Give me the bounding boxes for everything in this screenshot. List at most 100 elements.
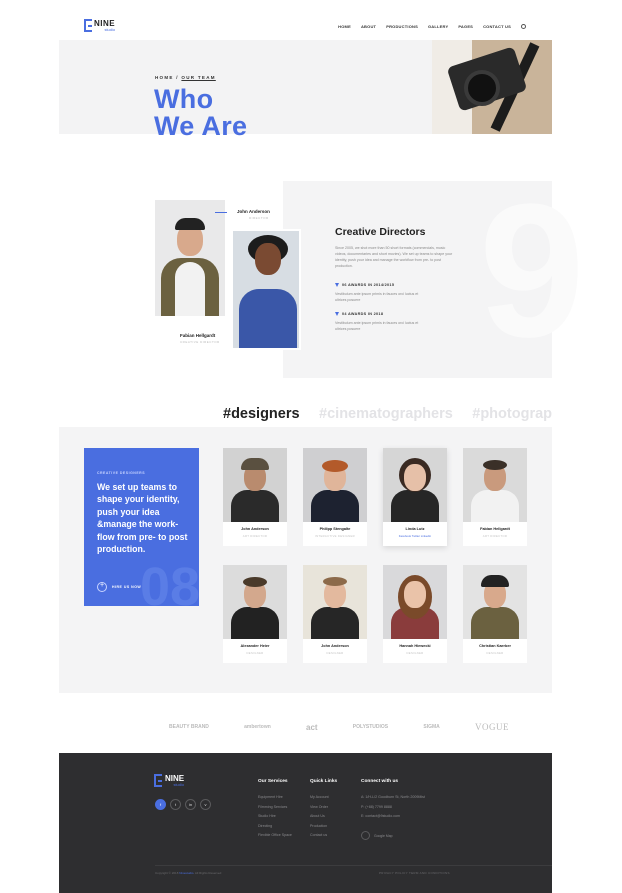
copyright: Copyright © 2018 Ninestudio. All Rights …: [155, 871, 221, 875]
member-name: John Anderson: [241, 527, 269, 531]
nav-contact[interactable]: CONTACT US: [483, 24, 511, 29]
tag-cinematographers[interactable]: #cinematographers: [319, 406, 453, 422]
member-name: Christian Kaerber: [479, 644, 511, 648]
team-card-text: We set up teams to shape your identity, …: [97, 482, 188, 555]
main-nav: HOME ABOUT PRODUCTIONS GALLERY PAGES CON…: [338, 24, 526, 29]
team-member-card[interactable]: Hannah Hiewecki DESIGNER: [383, 565, 447, 663]
search-icon[interactable]: [521, 24, 526, 29]
footer-link[interactable]: Flexible Office Space: [258, 831, 292, 841]
footer-divider: [155, 865, 552, 866]
client-logo-6: VOGUE: [474, 722, 509, 732]
member-role: DESIGNER: [326, 651, 344, 655]
directors-description: Since 2005, we shot more than 50 short f…: [335, 246, 453, 268]
award-2-title-text: 04 AWARDS IN 2018: [342, 312, 384, 316]
google-map-label: Google Map: [374, 833, 393, 838]
member-name: Linda Lutz: [405, 527, 425, 531]
member-name: Fabian Hellgardt: [480, 527, 510, 531]
site-logo[interactable]: NINE studio: [84, 19, 115, 32]
director-name-2: John Anderson: [237, 209, 270, 214]
footer-connect-heading: Connect with us: [361, 779, 399, 784]
footer-social-icons: f t in v: [155, 799, 211, 810]
member-role: INTERACTIVE DESIGNER: [315, 534, 355, 538]
team-member-card[interactable]: Fabian Hellgardt ART DIRECTOR: [463, 448, 527, 546]
footer-services: Our Services Equipment Hire Filmming Ser…: [258, 779, 292, 841]
twitter-icon[interactable]: t: [170, 799, 181, 810]
member-role: DESIGNER: [246, 651, 264, 655]
footer-link[interactable]: My Account: [310, 793, 337, 803]
member-name: Philipp Stengalte: [319, 527, 351, 531]
footer-link[interactable]: View Order: [310, 803, 337, 813]
member-name: Hannah Hiewecki: [399, 644, 431, 648]
team-intro-card: 08 CREATIVE DESIGNERS We set up teams to…: [84, 448, 199, 606]
page-title: Who We Are: [154, 86, 247, 140]
instagram-icon[interactable]: in: [185, 799, 196, 810]
hire-us-button[interactable]: HIRE US NOW: [97, 582, 141, 592]
breadcrumb-separator: /: [176, 75, 179, 80]
nav-gallery[interactable]: GALLERY: [428, 24, 448, 29]
team-member-card[interactable]: Philipp Stengalte INTERACTIVE DESIGNER: [303, 448, 367, 546]
map-pin-icon: [361, 831, 370, 840]
award-marker-icon: [335, 312, 339, 316]
logo-mark-icon: [84, 19, 92, 32]
footer-connect: Connect with us A: 1/H-L/2 Goodburn St, …: [361, 779, 425, 822]
footer-logo[interactable]: NINE studio: [154, 774, 184, 787]
directors-big-number: 9: [479, 165, 585, 377]
tag-designers[interactable]: #designers: [223, 406, 300, 422]
director-photo-2: [231, 229, 301, 350]
google-map-link[interactable]: Google Map: [361, 831, 392, 840]
footer-link[interactable]: Equipment Hire: [258, 793, 292, 803]
client-logo-2: ambertown: [244, 724, 271, 730]
nav-pages[interactable]: PAGES: [458, 24, 473, 29]
footer-legal-links[interactable]: PRIVACY POLICY TERM AND CONDITIONS: [379, 871, 450, 875]
footer-link[interactable]: Filmming Services: [258, 803, 292, 813]
breadcrumb: HOME / OUR TEAM: [155, 75, 216, 80]
footer-phone: P: (+88) 7799 8888: [361, 804, 392, 809]
client-logo-1: BEAUTY BRAND: [169, 724, 209, 730]
director-role-2: DIRECTOR: [249, 216, 269, 220]
team-member-card[interactable]: John Anderson ART DIRECTOR: [223, 448, 287, 546]
team-member-card[interactable]: Christian Kaerber DESIGNER: [463, 565, 527, 663]
footer-links-heading: Quick Links: [310, 779, 338, 784]
logo-sub: studio: [104, 26, 116, 32]
team-member-card[interactable]: Alexander Heier DESIGNER: [223, 565, 287, 663]
breadcrumb-home[interactable]: HOME: [155, 75, 174, 80]
director-role-1: CREATIVE DIRECTOR: [180, 340, 220, 344]
nav-about[interactable]: ABOUT: [361, 24, 376, 29]
vimeo-icon[interactable]: v: [200, 799, 211, 810]
nav-home[interactable]: HOME: [338, 24, 351, 29]
member-name: John Anderson: [321, 644, 349, 648]
footer-email[interactable]: E: contact@9studio.com: [361, 812, 425, 822]
hero-camera-image: [432, 40, 552, 134]
facebook-icon[interactable]: f: [155, 799, 166, 810]
footer-address: A: 1/H-L/2 Goodburn St, North 2009Mist: [361, 795, 425, 799]
footer-link[interactable]: Contact us: [310, 831, 337, 841]
team-card-label: CREATIVE DESIGNERS: [97, 471, 146, 475]
breadcrumb-current: OUR TEAM: [181, 75, 216, 80]
nav-productions[interactable]: PRODUCTIONS: [386, 24, 418, 29]
client-logos: BEAUTY BRAND ambertown act POLYSTUDIOS S…: [169, 716, 509, 738]
member-role: ART DIRECTOR: [242, 534, 268, 538]
client-logo-3: act: [306, 722, 318, 732]
client-logo-5: SIGMA: [423, 724, 440, 730]
member-role: ART DIRECTOR: [482, 534, 508, 538]
member-name: Alexander Heier: [240, 644, 270, 648]
tag-photographers[interactable]: #photographers: [472, 406, 552, 422]
page-title-line1: Who: [154, 84, 214, 114]
award-marker-icon: [335, 283, 339, 287]
plus-circle-icon: [97, 582, 107, 592]
logo-mark-icon: [154, 774, 162, 787]
award-1-text: Vestibulum ante ipsum primis in fauces o…: [335, 292, 419, 302]
director-name-1: Fabian Hellgardt: [180, 333, 216, 338]
team-card-number: 08: [140, 557, 199, 606]
team-member-card[interactable]: Linda Lutz Facebook Twitter Linkedin: [383, 448, 447, 546]
member-role: DESIGNER: [486, 651, 504, 655]
site-header: NINE studio HOME ABOUT PRODUCTIONS GALLE…: [59, 0, 552, 40]
copyright-brand[interactable]: Ninestudio: [179, 871, 193, 875]
footer-link[interactable]: Studio Hire: [258, 812, 292, 822]
footer-link[interactable]: About Us: [310, 812, 337, 822]
footer-link[interactable]: Production: [310, 822, 337, 832]
footer-link[interactable]: Directing: [258, 822, 292, 832]
team-member-card[interactable]: John Anderson DESIGNER: [303, 565, 367, 663]
member-social-links[interactable]: Facebook Twitter Linkedin: [383, 534, 447, 538]
footer-quick-links: Quick Links My Account View Order About …: [310, 779, 337, 841]
